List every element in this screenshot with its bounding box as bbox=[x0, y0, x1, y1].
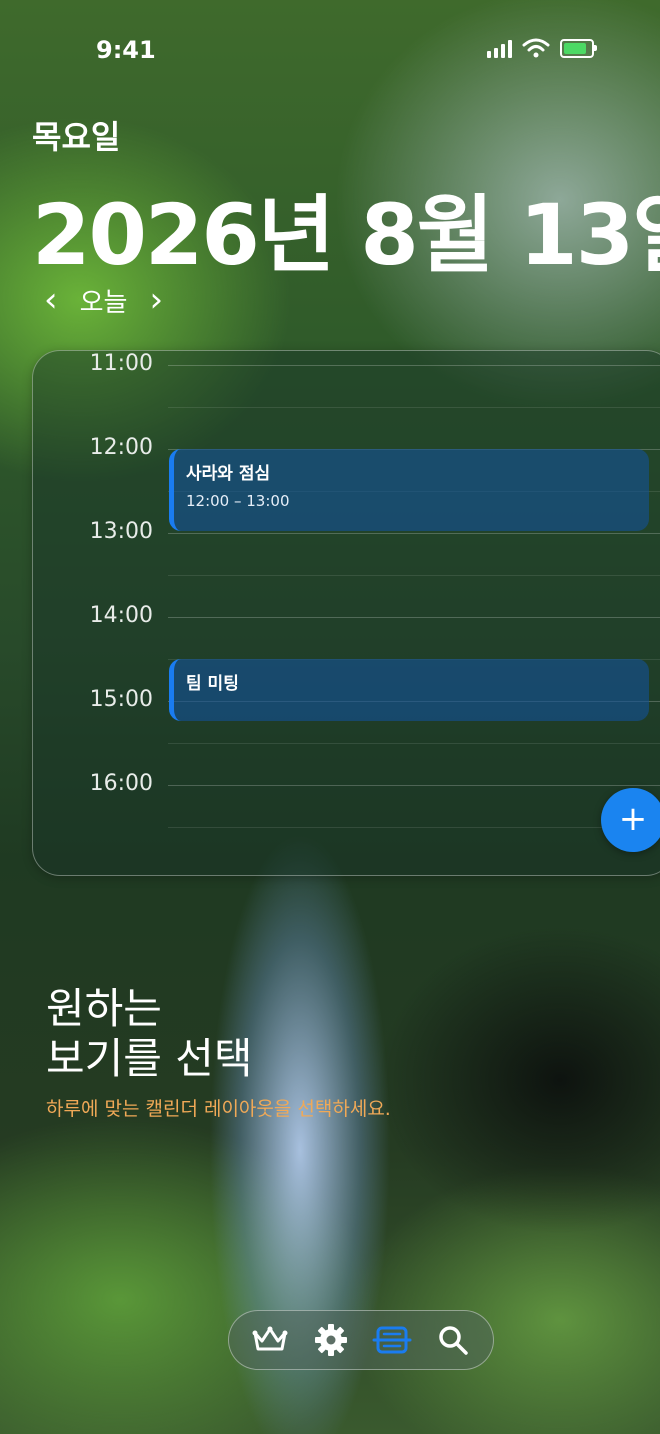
today-button[interactable]: 오늘 bbox=[80, 282, 128, 319]
hour-divider bbox=[168, 785, 660, 786]
crown-icon[interactable] bbox=[248, 1318, 292, 1362]
half-hour-divider bbox=[168, 743, 660, 744]
search-icon[interactable] bbox=[431, 1318, 475, 1362]
status-bar: 9:41 bbox=[0, 0, 660, 96]
chevron-right-icon[interactable]: › bbox=[141, 280, 171, 320]
bottom-tab-bar bbox=[228, 1310, 494, 1370]
event-lunch[interactable]: 사라와 점심 12:00 – 13:00 bbox=[169, 449, 649, 531]
day-navigation: ‹ 오늘 › bbox=[36, 280, 171, 320]
date-title: 2026년 8월 13일 bbox=[32, 186, 660, 284]
weekday-label: 목요일 bbox=[32, 118, 121, 156]
hour-label: 12:00 bbox=[89, 435, 153, 460]
wifi-icon bbox=[522, 38, 550, 58]
event-title: 팀 미팅 bbox=[186, 674, 239, 694]
event-team-meeting[interactable]: 팀 미팅 bbox=[169, 659, 649, 721]
hour-label: 16:00 bbox=[89, 771, 153, 796]
gear-icon[interactable] bbox=[309, 1318, 353, 1362]
calendar-view-icon[interactable] bbox=[370, 1318, 414, 1362]
promo-subtitle: 하루에 맞는 캘린더 레이아웃을 선택하세요. bbox=[46, 1098, 391, 1120]
status-time: 9:41 bbox=[96, 36, 156, 64]
hour-divider bbox=[168, 617, 660, 618]
event-title: 사라와 점심 bbox=[186, 464, 271, 484]
hour-row: 16:00 bbox=[33, 771, 660, 869]
status-icons bbox=[487, 38, 597, 58]
promo-headline-line2: 보기를 선택 bbox=[46, 1034, 253, 1083]
half-hour-divider bbox=[168, 407, 660, 408]
hour-divider bbox=[168, 533, 660, 534]
hour-divider bbox=[168, 365, 660, 366]
add-event-button[interactable]: + bbox=[601, 788, 660, 852]
hour-label: 11:00 bbox=[89, 351, 153, 376]
battery-charging-icon bbox=[560, 38, 597, 58]
day-timeline-card[interactable]: 11:00 12:00 13:00 14:00 15:00 16:00 사라와 … bbox=[32, 350, 660, 876]
promo-headline: 원하는 보기를 선택 bbox=[46, 984, 253, 1084]
half-hour-divider bbox=[168, 827, 660, 828]
hour-label: 14:00 bbox=[89, 603, 153, 628]
event-time: 12:00 – 13:00 bbox=[186, 492, 290, 510]
cellular-signal-icon bbox=[487, 38, 512, 58]
promo-headline-line1: 원하는 bbox=[46, 984, 162, 1033]
hour-label: 13:00 bbox=[89, 519, 153, 544]
chevron-left-icon[interactable]: ‹ bbox=[36, 280, 66, 320]
hour-label: 15:00 bbox=[89, 687, 153, 712]
half-hour-divider bbox=[168, 575, 660, 576]
